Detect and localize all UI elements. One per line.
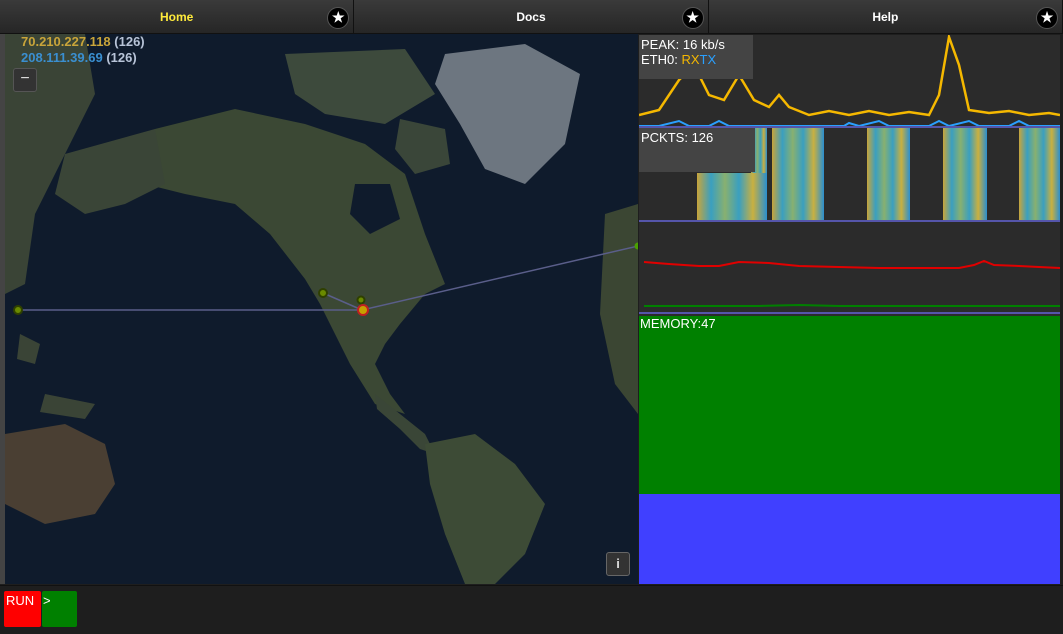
zoom-out-button[interactable]: − [13, 68, 37, 92]
go-button[interactable]: > [42, 591, 77, 627]
packets-text: PCKTS: 126 [641, 130, 714, 145]
tab-help-label: Help [872, 9, 899, 24]
memory-used-bar [639, 316, 1060, 494]
memory-free-bar [639, 494, 1060, 584]
memory-text: MEMORY:47 [640, 316, 716, 331]
star-icon[interactable]: ★ [681, 7, 704, 29]
run-label: RUN [6, 593, 35, 608]
ip-address: 70.210.227.118 [21, 34, 111, 49]
ip-count: (126) [114, 34, 145, 49]
memory-panel: MEMORY:47 [639, 314, 1060, 584]
go-label: > [43, 593, 51, 608]
tab-docs-label: Docs [516, 9, 546, 24]
map-canvas [5, 34, 638, 584]
iface-text: ETH0: [641, 52, 678, 67]
ip-legend-row: 208.111.39.69 (126) [21, 50, 145, 66]
tab-home[interactable]: Home ★ [0, 0, 355, 33]
star-icon[interactable]: ★ [327, 7, 350, 29]
star-icon[interactable]: ★ [1035, 7, 1058, 29]
ip-legend-row: 70.210.227.118 (126) [21, 34, 145, 50]
iface-line: ETH0: RXTX [641, 52, 751, 67]
load-graph-panel [639, 222, 1060, 314]
tab-bar: Home ★ Docs ★ Help ★ [0, 0, 1063, 34]
tab-home-label: Home [159, 9, 194, 24]
packets-heatmap-panel: PCKTS: 126 [639, 128, 1060, 222]
tab-docs[interactable]: Docs ★ [354, 0, 709, 33]
bottom-bar: RUN > [0, 585, 1063, 634]
peak-text: PEAK: 16 kb/s [641, 37, 725, 52]
info-button[interactable]: i [606, 552, 630, 576]
ip-count: (126) [106, 50, 137, 65]
run-button[interactable]: RUN [4, 591, 41, 627]
ip-address: 208.111.39.69 [21, 50, 103, 65]
packets-label: PCKTS: 126 [639, 128, 755, 172]
peak-label: PEAK: 16 kb/s ETH0: RXTX [639, 35, 753, 79]
bandwidth-graph-panel: PEAK: 16 kb/s ETH0: RXTX [639, 35, 1060, 128]
ip-legend: 70.210.227.118 (126) 208.111.39.69 (126) [21, 34, 145, 66]
tx-label: TX [699, 52, 717, 67]
tab-help[interactable]: Help ★ [709, 0, 1063, 33]
load-graph [643, 259, 1060, 307]
world-map[interactable]: 70.210.227.118 (126) 208.111.39.69 (126)… [5, 34, 638, 584]
rx-label: RX [681, 52, 700, 67]
